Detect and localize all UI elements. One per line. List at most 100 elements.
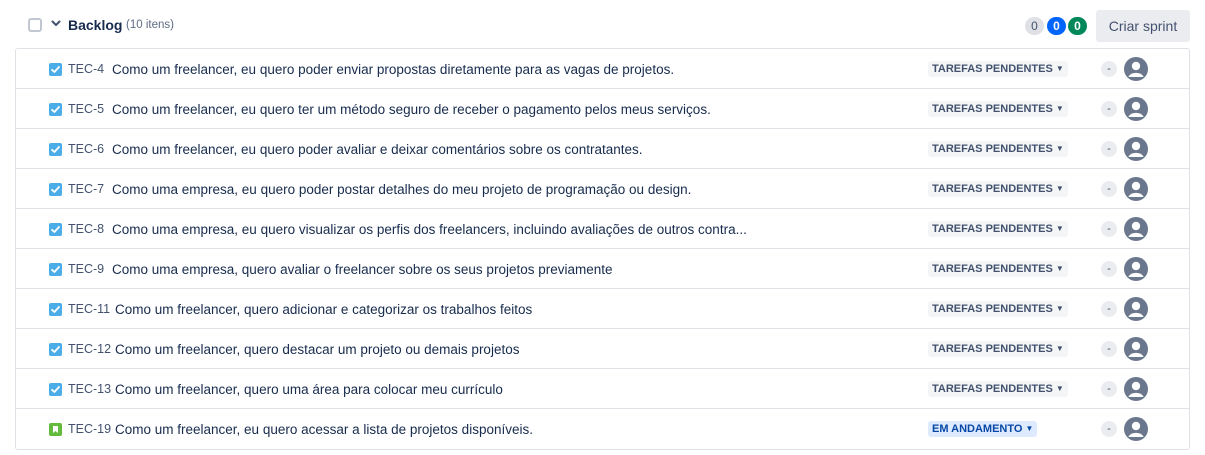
issue-key[interactable]: TEC-8	[68, 222, 104, 236]
status-dropdown[interactable]: EM ANDAMENTO ▼	[928, 421, 1038, 437]
status-label: TAREFAS PENDENTES	[932, 223, 1053, 235]
status-dropdown[interactable]: TAREFAS PENDENTES ▼	[928, 181, 1068, 197]
issue-summary[interactable]: Como um freelancer, quero uma área para …	[115, 382, 503, 397]
issue-key[interactable]: TEC-9	[68, 262, 104, 276]
issue-summary[interactable]: Como uma empresa, quero avaliar o freela…	[112, 262, 613, 277]
chevron-down-icon: ▼	[1055, 384, 1064, 393]
estimate-badge[interactable]: -	[1101, 341, 1117, 357]
estimate-badge[interactable]: -	[1101, 61, 1117, 77]
issue-row[interactable]: TEC-5 Como um freelancer, eu quero ter um…	[16, 89, 1189, 129]
issue-row[interactable]: TEC-8 Como uma empresa, eu quero visualiz…	[16, 209, 1189, 249]
status-label: TAREFAS PENDENTES	[932, 143, 1053, 155]
issue-summary[interactable]: Como um freelancer, eu quero poder envia…	[112, 62, 674, 77]
issue-key[interactable]: TEC-7	[68, 182, 104, 196]
todo-count-badge: 0	[1025, 17, 1044, 35]
assignee-avatar[interactable]	[1123, 56, 1149, 82]
chevron-down-icon: ▼	[1055, 304, 1064, 313]
estimate-badge[interactable]: -	[1101, 221, 1117, 237]
done-count-badge: 0	[1068, 17, 1087, 35]
issue-row[interactable]: TEC-11 Como um freelancer, quero adiciona…	[16, 289, 1189, 329]
chevron-down-icon: ▼	[1055, 64, 1064, 73]
issue-row[interactable]: TEC-13 Como um freelancer, quero uma área…	[16, 369, 1189, 409]
chevron-down-icon: ▼	[1025, 424, 1034, 433]
checkbox-icon	[49, 103, 62, 116]
status-dropdown[interactable]: TAREFAS PENDENTES ▼	[928, 341, 1068, 357]
assignee-avatar[interactable]	[1123, 256, 1149, 282]
chevron-down-icon: ▼	[1055, 184, 1064, 193]
status-label: TAREFAS PENDENTES	[932, 303, 1053, 315]
chevron-down-icon: ▼	[1055, 224, 1064, 233]
checkbox-icon	[49, 143, 62, 156]
estimate-badge[interactable]: -	[1101, 141, 1117, 157]
estimate-badge[interactable]: -	[1101, 421, 1117, 437]
issue-summary[interactable]: Como um freelancer, quero destacar um pr…	[115, 342, 519, 357]
assignee-avatar[interactable]	[1123, 136, 1149, 162]
status-dropdown[interactable]: TAREFAS PENDENTES ▼	[928, 61, 1068, 77]
chevron-down-icon[interactable]	[49, 16, 63, 30]
issue-key[interactable]: TEC-4	[68, 62, 104, 76]
estimate-badge[interactable]: -	[1101, 101, 1117, 117]
issue-summary[interactable]: Como um freelancer, eu quero acessar a l…	[115, 422, 533, 437]
checkbox-icon	[49, 383, 62, 396]
issue-summary[interactable]: Como uma empresa, eu quero visualizar os…	[112, 222, 747, 237]
issue-summary[interactable]: Como uma empresa, eu quero poder postar …	[112, 182, 691, 197]
assignee-avatar[interactable]	[1123, 416, 1149, 442]
issue-key[interactable]: TEC-12	[68, 342, 111, 356]
create-sprint-button[interactable]: Criar sprint	[1096, 10, 1190, 42]
assignee-avatar[interactable]	[1123, 216, 1149, 242]
issue-row[interactable]: TEC-4 Como um freelancer, eu quero poder …	[16, 49, 1189, 89]
status-label: TAREFAS PENDENTES	[932, 343, 1053, 355]
assignee-avatar[interactable]	[1123, 176, 1149, 202]
issue-key[interactable]: TEC-6	[68, 142, 104, 156]
issue-key[interactable]: TEC-13	[68, 382, 111, 396]
issue-list: TEC-4 Como um freelancer, eu quero poder …	[15, 48, 1190, 450]
status-dropdown[interactable]: TAREFAS PENDENTES ▼	[928, 261, 1068, 277]
chevron-down-icon: ▼	[1055, 344, 1064, 353]
issue-row[interactable]: TEC-9 Como uma empresa, quero avaliar o f…	[16, 249, 1189, 289]
issue-row[interactable]: TEC-19 Como um freelancer, eu quero acess…	[16, 409, 1189, 449]
assignee-avatar[interactable]	[1123, 376, 1149, 402]
status-dropdown[interactable]: TAREFAS PENDENTES ▼	[928, 141, 1068, 157]
in-progress-count-badge: 0	[1047, 17, 1066, 35]
chevron-down-icon: ▼	[1055, 264, 1064, 273]
status-dropdown[interactable]: TAREFAS PENDENTES ▼	[928, 221, 1068, 237]
status-dropdown[interactable]: TAREFAS PENDENTES ▼	[928, 301, 1068, 317]
bookmark-icon	[49, 423, 62, 436]
estimate-badge[interactable]: -	[1101, 301, 1117, 317]
checkbox-icon	[49, 343, 62, 356]
checkbox-icon	[49, 223, 62, 236]
estimate-badge[interactable]: -	[1101, 261, 1117, 277]
issue-key[interactable]: TEC-11	[68, 302, 110, 316]
select-all-checkbox[interactable]	[28, 18, 42, 32]
issue-row[interactable]: TEC-7 Como uma empresa, eu quero poder po…	[16, 169, 1189, 209]
assignee-avatar[interactable]	[1123, 336, 1149, 362]
checkbox-icon	[49, 183, 62, 196]
issue-summary[interactable]: Como um freelancer, eu quero ter um méto…	[112, 102, 711, 117]
status-label: TAREFAS PENDENTES	[932, 263, 1053, 275]
issue-row[interactable]: TEC-6 Como um freelancer, eu quero poder …	[16, 129, 1189, 169]
status-label: TAREFAS PENDENTES	[932, 103, 1053, 115]
issue-row[interactable]: TEC-12 Como um freelancer, quero destacar…	[16, 329, 1189, 369]
status-label: TAREFAS PENDENTES	[932, 383, 1053, 395]
assignee-avatar[interactable]	[1123, 96, 1149, 122]
issue-count: (10 itens)	[126, 19, 174, 31]
chevron-down-icon: ▼	[1055, 104, 1064, 113]
status-label: EM ANDAMENTO	[932, 423, 1023, 435]
issue-summary[interactable]: Como um freelancer, eu quero poder avali…	[112, 142, 643, 157]
checkbox-icon	[49, 303, 62, 316]
issue-key[interactable]: TEC-5	[68, 102, 104, 116]
backlog-header: Backlog (10 itens) 0 0 0 Criar sprint	[0, 0, 1205, 48]
chevron-down-icon: ▼	[1055, 144, 1064, 153]
checkbox-icon	[49, 63, 62, 76]
issue-key[interactable]: TEC-19	[68, 422, 111, 436]
estimate-badge[interactable]: -	[1101, 181, 1117, 197]
estimate-badge[interactable]: -	[1101, 381, 1117, 397]
status-dropdown[interactable]: TAREFAS PENDENTES ▼	[928, 381, 1068, 397]
backlog-title: Backlog	[68, 17, 123, 33]
status-label: TAREFAS PENDENTES	[932, 183, 1053, 195]
issue-summary[interactable]: Como um freelancer, quero adicionar e ca…	[115, 302, 532, 317]
checkbox-icon	[49, 263, 62, 276]
status-label: TAREFAS PENDENTES	[932, 63, 1053, 75]
assignee-avatar[interactable]	[1123, 296, 1149, 322]
status-dropdown[interactable]: TAREFAS PENDENTES ▼	[928, 101, 1068, 117]
